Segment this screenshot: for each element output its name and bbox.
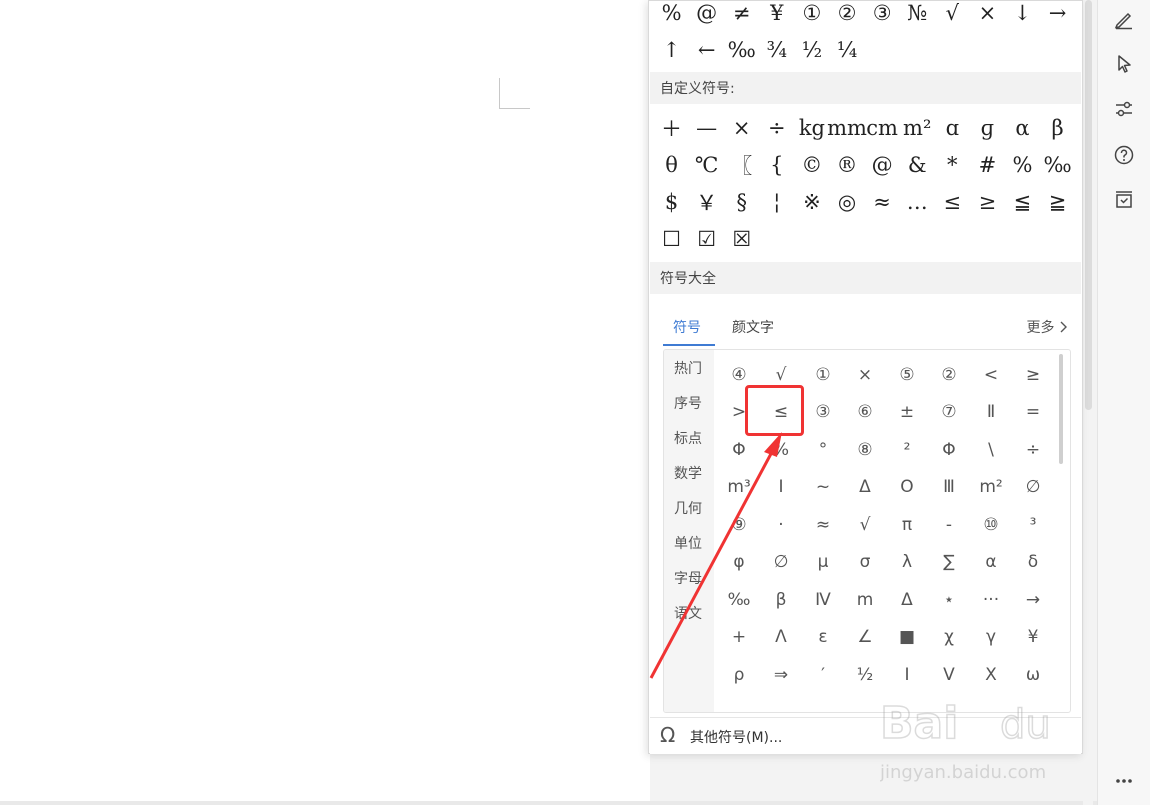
svg-text:jingyan.baidu.com: jingyan.baidu.com (880, 762, 1046, 783)
svg-text:du: du (1000, 702, 1051, 748)
svg-text:Bai: Bai (880, 698, 958, 749)
watermark-logo: Bai du jingyan.baidu.com (880, 697, 1052, 783)
highlight-box (745, 385, 804, 436)
